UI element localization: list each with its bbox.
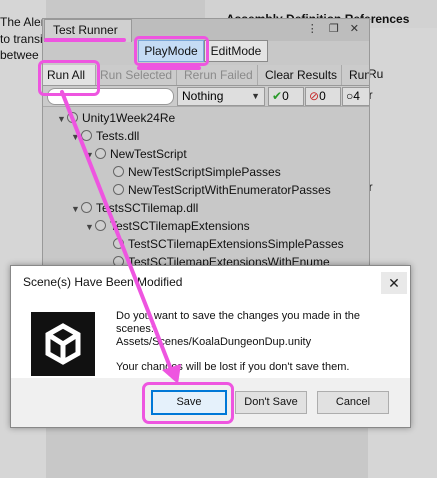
click-path-arrow xyxy=(60,90,181,384)
